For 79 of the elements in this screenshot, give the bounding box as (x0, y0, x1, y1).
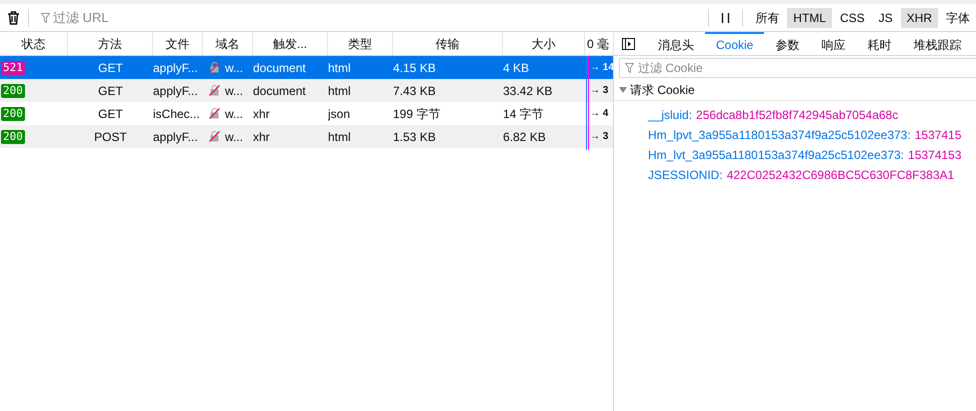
method-text: GET (98, 106, 123, 122)
column-header[interactable]: 触发... (272, 34, 307, 52)
panel-toggle-icon[interactable] (622, 38, 635, 50)
size-text: 14 字节 (503, 106, 544, 122)
column-header[interactable]: 传输 (436, 34, 460, 52)
insecure-lock-icon (209, 85, 220, 96)
column-header[interactable]: 状态 (22, 34, 46, 52)
domain-text: w... (225, 106, 244, 122)
cookie-name: Hm_lpvt_3a955a1180153a374f9a25c5102ee373: (648, 127, 911, 144)
cookie-name: __jsluid: (648, 107, 692, 124)
insecure-lock-icon (209, 108, 220, 119)
status-badge: 200 (1, 84, 25, 98)
status-badge: 521 (1, 60, 25, 74)
timing-text: → 3 (590, 130, 608, 144)
cookie-value: 422C0252432C6986BC5C630FC8F383A1 (726, 167, 954, 184)
type-text: html (328, 128, 351, 146)
method-text: GET (98, 82, 123, 100)
url-filter-field[interactable]: 过滤 URL (53, 8, 353, 28)
size-text: 6.82 KB (503, 128, 546, 146)
request-row[interactable]: 200 GET applyF... w... document html 7.43 KB 33.42 KB → 3 (0, 79, 613, 102)
file-text: applyF... (153, 128, 198, 146)
status-badge: 200 (1, 106, 25, 120)
request-row[interactable]: 200 POST applyF... w... xhr html 1.53 KB 6.82 KB → 3 (0, 125, 613, 148)
column-header[interactable]: 大小 (532, 34, 556, 52)
trigger-text: xhr (253, 106, 270, 122)
trigger-text: document (253, 60, 306, 76)
type-text: json (328, 106, 350, 122)
section-title[interactable]: 请求 Cookie (630, 80, 695, 98)
cookie-value: 1537415 (914, 127, 962, 144)
domain-text: w... (225, 82, 244, 100)
status-badge: 200 (1, 130, 25, 144)
size-text: 4 KB (503, 60, 530, 76)
trash-icon[interactable] (7, 10, 20, 24)
column-header[interactable]: 文件 (166, 34, 190, 52)
cookie-value: 256dca8b1f52fb8f742945ab7054a68c (696, 107, 898, 124)
method-text: GET (98, 60, 123, 76)
method-text: POST (94, 128, 127, 146)
transferred-text: 1.53 KB (393, 128, 436, 146)
filter-icon (625, 63, 634, 73)
type-filter-button[interactable]: JS (872, 8, 899, 28)
column-header[interactable]: 类型 (348, 34, 372, 52)
domain-text: w... (225, 60, 244, 76)
timing-text: → 4 (590, 107, 608, 121)
type-filter-button[interactable]: XHR (900, 8, 938, 28)
size-text: 33.42 KB (503, 82, 552, 100)
type-text: html (328, 60, 351, 76)
detail-tab[interactable]: 参数 (764, 32, 810, 55)
type-text: html (328, 82, 351, 100)
cookie-name: JSESSIONID: (648, 167, 723, 184)
expand-triangle-icon[interactable] (619, 86, 627, 92)
domain-text: w... (225, 128, 244, 146)
filter-icon (41, 12, 50, 22)
detail-tab[interactable]: 耗时 (856, 32, 902, 55)
column-header[interactable]: 域名 (216, 34, 240, 52)
cookie-filter-field[interactable]: 过滤 Cookie (619, 58, 976, 78)
file-text: isChec... (153, 106, 200, 122)
transferred-text: 4.15 KB (393, 60, 436, 76)
detail-tab[interactable]: 响应 (810, 32, 856, 55)
type-filter-button[interactable]: HTML (787, 8, 832, 28)
insecure-lock-icon (209, 62, 220, 73)
pause-icon[interactable] (721, 12, 730, 22)
insecure-lock-icon (209, 131, 220, 142)
transferred-text: 7.43 KB (393, 82, 436, 100)
column-header[interactable]: 0 毫 (587, 34, 610, 52)
file-text: applyF... (153, 60, 198, 76)
cookie-value: 15374153 (908, 147, 962, 164)
type-filter-button[interactable]: 字体 (940, 8, 976, 28)
detail-tab[interactable]: 消息头 (647, 32, 705, 55)
cookie-name: Hm_lvt_3a955a1180153a374f9a25c5102ee373: (648, 147, 904, 164)
detail-tab[interactable]: 堆栈跟踪 (902, 32, 972, 55)
file-text: applyF... (153, 82, 198, 100)
trigger-text: document (253, 82, 306, 100)
column-header[interactable]: 方法 (98, 34, 122, 52)
trigger-text: xhr (253, 128, 270, 146)
type-filter-button[interactable]: 所有 (749, 8, 786, 28)
type-filter-button[interactable]: CSS (834, 8, 871, 28)
transferred-text: 199 字节 (393, 106, 440, 122)
timing-text: → 3 (590, 84, 608, 98)
detail-tab[interactable]: Cookie (705, 32, 764, 55)
